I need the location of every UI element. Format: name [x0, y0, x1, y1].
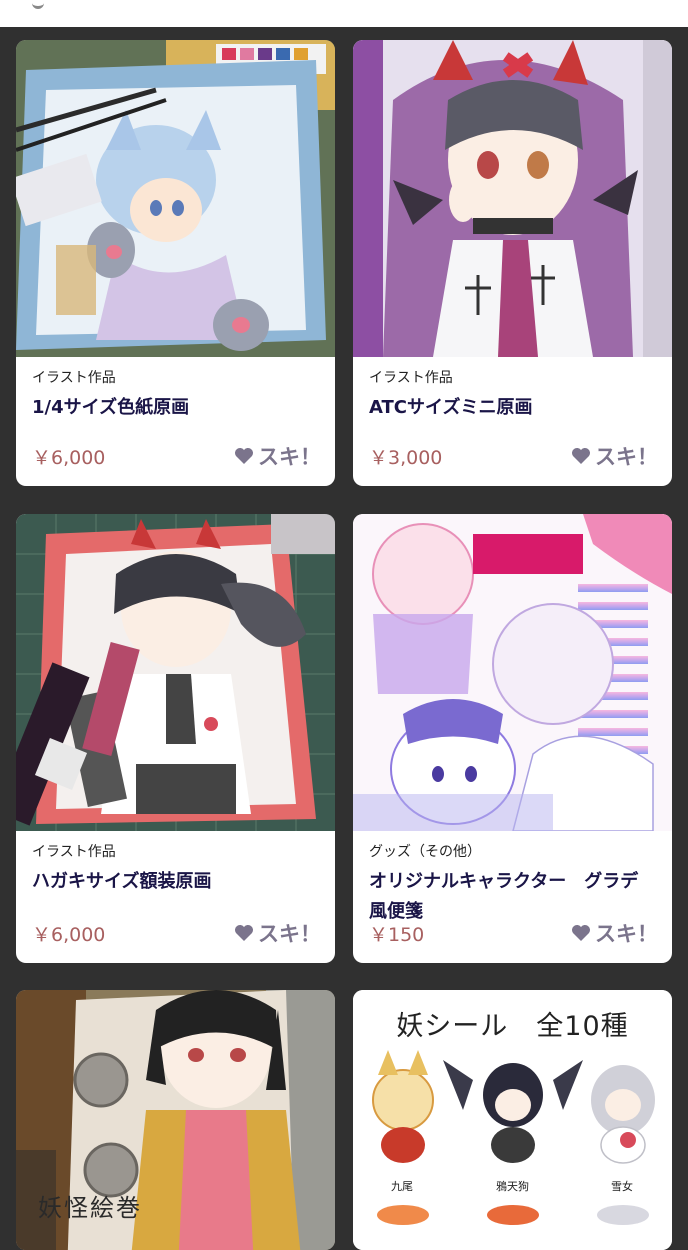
thumbnail-caption: 妖怪絵巻	[38, 1194, 142, 1222]
sticker-set-illustration	[372, 1050, 655, 1225]
top-header-strip	[0, 0, 688, 27]
product-thumbnail[interactable]: 妖シール 全10種 九尾 鴉天狗 雪女	[353, 990, 672, 1250]
shikishi-illustration-photo	[16, 40, 335, 357]
product-title[interactable]: ハガキサイズ額装原画	[32, 867, 319, 897]
product-thumbnail[interactable]	[353, 40, 672, 357]
like-label: スキ！	[595, 445, 658, 469]
atc-illustration-photo	[353, 40, 672, 357]
product-thumbnail[interactable]	[353, 514, 672, 831]
sticker-label: 雪女	[611, 1180, 633, 1193]
product-card[interactable]: 妖シール 全10種 九尾 鴉天狗 雪女	[353, 990, 672, 1250]
heart-icon	[572, 448, 590, 464]
product-category: イラスト作品	[32, 844, 116, 860]
like-label: スキ！	[258, 445, 321, 469]
product-card[interactable]: 妖怪絵巻	[16, 990, 335, 1250]
product-price: ￥3,000	[369, 446, 443, 469]
letter-paper-illustration	[353, 514, 672, 831]
product-category: グッズ（その他）	[369, 844, 481, 860]
like-button[interactable]: スキ！	[571, 918, 658, 948]
product-card[interactable]: イラスト作品 1/4サイズ色紙原画 ￥6,000 スキ！	[16, 40, 335, 486]
like-button[interactable]: スキ！	[234, 918, 321, 948]
sticker-label: 鴉天狗	[496, 1180, 529, 1193]
product-thumbnail[interactable]: 妖怪絵巻	[16, 990, 335, 1250]
product-thumbnail[interactable]	[16, 40, 335, 357]
like-button[interactable]: スキ！	[234, 441, 321, 471]
postcard-illustration-photo	[16, 514, 335, 831]
header-icon-partial	[32, 0, 44, 9]
product-price: ￥6,000	[32, 446, 106, 469]
heart-icon	[235, 925, 253, 941]
product-title[interactable]: ATCサイズミニ原画	[369, 393, 656, 423]
product-price: ￥6,000	[32, 923, 106, 946]
product-price: ￥150	[369, 923, 425, 946]
product-title[interactable]: 1/4サイズ色紙原画	[32, 393, 319, 423]
product-card[interactable]: イラスト作品 ハガキサイズ額装原画 ￥6,000 スキ！	[16, 514, 335, 963]
like-button[interactable]: スキ！	[571, 441, 658, 471]
heart-icon	[572, 925, 590, 941]
product-category: イラスト作品	[32, 370, 116, 386]
product-thumbnail[interactable]	[16, 514, 335, 831]
product-category: イラスト作品	[369, 370, 453, 386]
product-card[interactable]: イラスト作品 ATCサイズミニ原画 ￥3,000 スキ！	[353, 40, 672, 486]
sticker-label: 九尾	[391, 1180, 413, 1193]
like-label: スキ！	[595, 922, 658, 946]
like-label: スキ！	[258, 922, 321, 946]
product-card[interactable]: グッズ（その他） オリジナルキャラクター グラデ風便箋 ￥150 スキ！	[353, 514, 672, 963]
heart-icon	[235, 448, 253, 464]
